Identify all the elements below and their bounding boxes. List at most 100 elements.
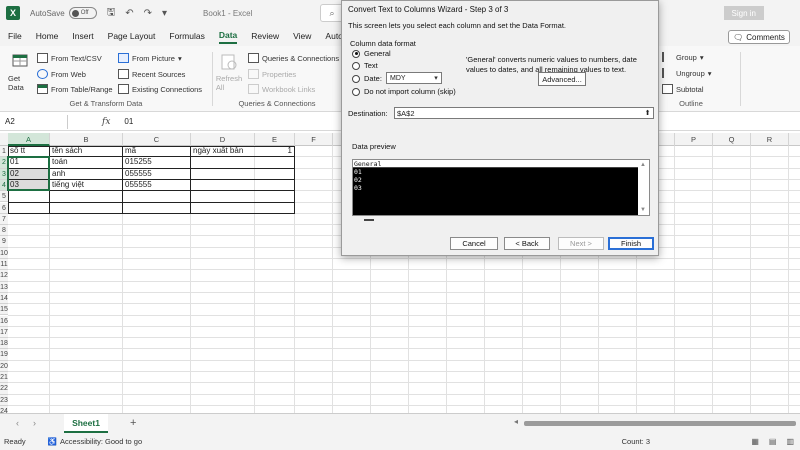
column-header-f[interactable]: F [295, 133, 333, 146]
range-picker-icon[interactable]: ⬆ [642, 108, 653, 118]
radio-skip[interactable]: Do not import column (skip) [352, 87, 456, 96]
destination-input[interactable]: $A$2 ⬆ [394, 107, 654, 119]
advanced-button[interactable]: Advanced... [538, 72, 586, 86]
scroll-up-icon[interactable]: ▲ [640, 162, 646, 168]
row-header-12[interactable]: 12 [0, 270, 8, 282]
row-header-8[interactable]: 8 [0, 225, 8, 237]
cell-b4[interactable]: tiếng việt [50, 180, 122, 190]
tab-data[interactable]: Data [218, 28, 238, 44]
radio-text[interactable]: Text [352, 61, 378, 70]
outline-group: Outline [656, 46, 726, 112]
row-header-16[interactable]: 16 [0, 315, 8, 327]
redo-icon[interactable]: ↷ [144, 8, 152, 19]
row-header-13[interactable]: 13 [0, 281, 8, 293]
scroll-down-icon[interactable]: ▼ [640, 207, 646, 213]
destination-value: $A$2 [397, 108, 415, 118]
row-header-19[interactable]: 19 [0, 349, 8, 361]
save-icon[interactable]: 🖫 [107, 5, 116, 22]
row-header-24[interactable]: 24 [0, 405, 8, 413]
undo-icon[interactable]: ↶ [125, 8, 133, 19]
page-break-view-icon[interactable]: ▥ [786, 437, 794, 446]
column-header-c[interactable]: C [123, 133, 191, 146]
grid-row-line [8, 291, 800, 293]
cell-c3[interactable]: 055555 [123, 169, 190, 179]
date-format-select[interactable]: MDY ▾ [386, 72, 442, 84]
column-header-r[interactable]: R [751, 133, 789, 146]
tab-review[interactable]: Review [251, 29, 279, 43]
radio-general[interactable]: General [352, 49, 391, 58]
column-header-p[interactable]: P [675, 133, 713, 146]
finish-button[interactable]: Finish [608, 237, 654, 250]
row-header-21[interactable]: 21 [0, 372, 8, 384]
cell-a1[interactable]: số tt [8, 146, 49, 156]
dialog-description: This screen lets you select each column … [348, 21, 567, 30]
radio-date[interactable]: Date: [352, 74, 382, 83]
grid-row-line [8, 280, 800, 282]
row-header-9[interactable]: 9 [0, 236, 8, 248]
cell-b3[interactable]: anh [50, 169, 122, 179]
comments-button[interactable]: 🗨 Comments [728, 30, 790, 44]
customize-toolbar-icon[interactable]: ▾ [162, 8, 167, 19]
add-sheet-icon[interactable]: + [130, 417, 136, 429]
autosave-toggle[interactable]: Off [68, 7, 97, 19]
name-box[interactable]: A2 [2, 114, 68, 129]
scroll-left-icon[interactable]: ◂ [514, 417, 518, 426]
row-header-10[interactable]: 10 [0, 247, 8, 259]
grid-row-line [8, 258, 800, 259]
data-preview[interactable]: General 01 02 03 ▲ ▼ [352, 159, 650, 216]
row-header-17[interactable]: 17 [0, 326, 8, 339]
cell-b2[interactable]: toán [50, 157, 122, 167]
preview-vertical-scrollbar[interactable]: ▲ ▼ [637, 160, 649, 215]
row-header-15[interactable]: 15 [0, 304, 8, 316]
row-header-23[interactable]: 23 [0, 394, 8, 406]
cell-b1[interactable]: tên sách [50, 146, 122, 156]
sheet-nav-arrows-icon[interactable]: ‹› [16, 418, 50, 428]
cell-c4[interactable]: 055555 [123, 180, 190, 190]
signin-button[interactable]: Sign in [723, 6, 764, 20]
row-header-11[interactable]: 11 [0, 259, 8, 271]
back-button[interactable]: < Back [504, 237, 550, 250]
column-header-d[interactable]: D [191, 133, 255, 146]
grid-row-line [8, 382, 800, 384]
column-header-a[interactable]: A [8, 133, 50, 146]
column-header-q[interactable]: Q [713, 133, 751, 146]
row-header-7[interactable]: 7 [0, 213, 8, 226]
tab-page-layout[interactable]: Page Layout [108, 29, 156, 43]
formula-input[interactable]: 01 [124, 117, 133, 126]
tab-formulas[interactable]: Formulas [169, 29, 204, 43]
row-header-5[interactable]: 5 [0, 191, 8, 203]
fx-icon[interactable]: fx [102, 117, 110, 127]
cell-e1[interactable]: 1 [255, 146, 294, 156]
preview-horizontal-scrollbar[interactable] [364, 219, 374, 221]
preview-selected-column[interactable]: 01 02 03 [353, 168, 638, 215]
row-header-20[interactable]: 20 [0, 360, 8, 372]
sheet-tab-sheet1[interactable]: Sheet1 [64, 414, 108, 433]
normal-view-icon[interactable]: ▦ [751, 437, 759, 446]
next-button[interactable]: Next > [558, 237, 604, 250]
comments-label: Comments [746, 32, 785, 42]
row-header-14[interactable]: 14 [0, 292, 8, 305]
cell-c2[interactable]: 015255 [123, 157, 190, 167]
cell-c1[interactable]: mã [123, 146, 190, 156]
cell-d1[interactable]: ngày xuất bản [191, 146, 254, 156]
chevron-down-icon: ▾ [434, 75, 438, 82]
horizontal-scrollbar[interactable] [524, 421, 796, 426]
cancel-button[interactable]: Cancel [450, 237, 498, 250]
column-header-e[interactable]: E [255, 133, 295, 146]
column-header-b[interactable]: B [50, 133, 123, 146]
accessibility-status[interactable]: ♿ Accessibility: Good to go [48, 437, 142, 446]
radio-date-label: Date: [364, 74, 382, 83]
tab-home[interactable]: Home [36, 29, 59, 43]
preview-row: 01 [354, 168, 362, 176]
tab-view[interactable]: View [293, 29, 311, 43]
tab-file[interactable]: File [8, 29, 22, 43]
page-layout-view-icon[interactable]: ▤ [769, 437, 777, 446]
accessibility-label: Accessibility: Good to go [60, 437, 143, 446]
row-header-22[interactable]: 22 [0, 383, 8, 395]
grid-row-line [8, 404, 800, 406]
row-header-6[interactable]: 6 [0, 202, 8, 214]
preview-column-header[interactable]: General [353, 160, 638, 168]
tab-insert[interactable]: Insert [72, 29, 93, 43]
row-header-18[interactable]: 18 [0, 338, 8, 350]
radio-dot [352, 74, 360, 83]
